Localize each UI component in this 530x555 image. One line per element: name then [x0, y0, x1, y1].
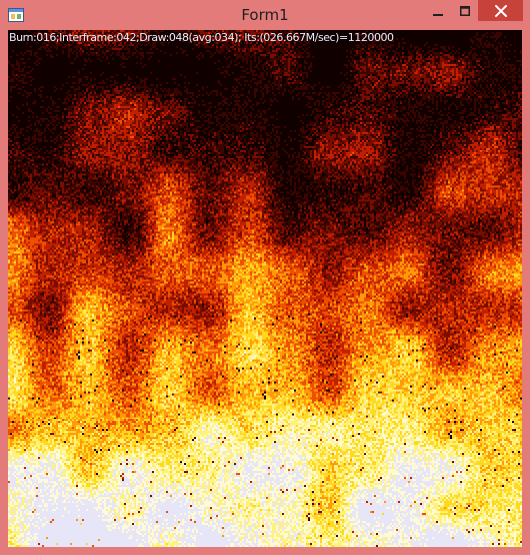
- fire-render-area[interactable]: Burn:016;Interframe:042;Draw:048(avg:034…: [8, 30, 522, 547]
- fire-effect-canvas[interactable]: [8, 30, 522, 547]
- close-button[interactable]: [478, 0, 523, 21]
- application-form-icon[interactable]: [8, 7, 24, 23]
- form-window: Form1 Burn:016;Interframe:042;Draw:048(a…: [0, 0, 530, 555]
- maximize-button[interactable]: [451, 0, 478, 21]
- title-bar[interactable]: Form1: [0, 0, 530, 30]
- minimize-button[interactable]: [424, 0, 451, 21]
- close-icon: [494, 4, 507, 17]
- minimize-icon: [432, 13, 443, 16]
- maximize-icon: [459, 5, 470, 16]
- performance-stats-label: Burn:016;Interframe:042;Draw:048(avg:034…: [9, 31, 394, 44]
